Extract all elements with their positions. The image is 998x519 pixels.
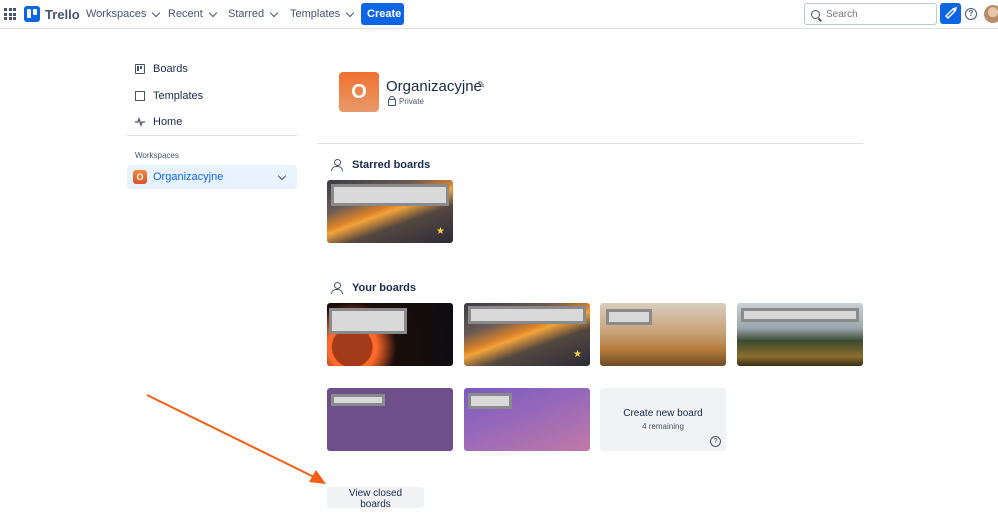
nav-workspaces[interactable]: Workspaces [86, 8, 161, 20]
trello-logo[interactable]: Trello [24, 6, 80, 22]
workspace-avatar: O [339, 72, 379, 112]
chevron-down-icon [269, 8, 279, 17]
starred-boards-heading: Starred boards [331, 159, 430, 171]
sidebar-workspace-item[interactable]: O Organizacyjne [127, 165, 297, 189]
notifications-button[interactable] [940, 3, 961, 24]
nav-label: Starred [228, 8, 265, 20]
create-button[interactable]: Create [361, 3, 404, 25]
sidebar-item-home[interactable]: Home [135, 116, 182, 128]
board-tile[interactable] [600, 303, 726, 366]
star-icon[interactable]: ★ [436, 226, 445, 237]
board-tile[interactable] [464, 388, 590, 451]
chevron-down-icon[interactable] [277, 171, 287, 181]
redacted-board-title [741, 308, 859, 322]
search-box[interactable] [804, 3, 937, 25]
template-icon [135, 91, 145, 101]
chevron-down-icon [345, 8, 355, 17]
board-tile[interactable] [737, 303, 863, 366]
help-icon[interactable]: ? [965, 8, 977, 20]
header-divider [317, 143, 863, 144]
nav-label: Templates [290, 8, 341, 20]
sidebar-item-label: Templates [153, 90, 204, 102]
workspace-title: Organizacyjne [386, 78, 482, 95]
trello-logo-icon [24, 6, 40, 22]
nav-label: Recent [168, 8, 203, 20]
board-tile[interactable] [327, 303, 453, 366]
workspace-name: Organizacyjne [153, 171, 224, 183]
section-title: Your boards [352, 282, 416, 294]
redacted-board-title [331, 394, 385, 406]
boards-remaining-label: 4 remaining [642, 422, 684, 431]
logo-text: Trello [45, 6, 80, 22]
sidebar-item-label: Boards [153, 63, 188, 75]
create-board-label: Create new board [623, 408, 703, 419]
megaphone-icon [944, 6, 958, 20]
person-icon [331, 282, 343, 294]
redacted-board-title [606, 309, 652, 325]
nav-starred[interactable]: Starred [228, 8, 279, 20]
board-tile[interactable]: ★ [327, 180, 453, 243]
nav-recent[interactable]: Recent [168, 8, 218, 20]
pulse-icon [135, 117, 145, 127]
sidebar-divider [127, 135, 297, 136]
board-icon [135, 64, 145, 74]
redacted-board-title [331, 184, 449, 206]
sidebar-item-label: Home [153, 116, 183, 128]
visibility-indicator: Private [388, 96, 424, 106]
visibility-label: Private [399, 96, 424, 106]
star-icon[interactable]: ★ [573, 349, 582, 360]
sidebar-item-templates[interactable]: Templates [135, 90, 203, 102]
chevron-down-icon [208, 8, 218, 17]
lock-icon [388, 96, 396, 106]
app-switcher-icon[interactable] [4, 8, 16, 20]
nav-label: Workspaces [86, 8, 147, 20]
redacted-board-title [468, 306, 586, 324]
workspace-logo: O [133, 170, 147, 184]
search-input[interactable] [824, 7, 928, 21]
board-tile[interactable]: ★ [464, 303, 590, 366]
view-closed-boards-button[interactable]: View closed boards [327, 487, 424, 510]
your-boards-heading: Your boards [331, 282, 416, 294]
top-navigation-bar: Trello Workspaces Recent Starred Templat… [0, 0, 998, 29]
section-title: Starred boards [352, 159, 431, 171]
workspaces-heading: Workspaces [135, 151, 179, 160]
redacted-board-title [329, 308, 407, 334]
nav-templates[interactable]: Templates [290, 8, 355, 20]
redacted-board-title [468, 393, 512, 409]
search-icon [811, 9, 820, 19]
create-new-board-tile[interactable]: Create new board 4 remaining ? [600, 388, 726, 451]
edit-pencil-icon[interactable]: ✎ [477, 80, 485, 91]
board-tile[interactable] [327, 388, 453, 451]
person-icon [331, 159, 343, 171]
chevron-down-icon [152, 8, 161, 17]
sidebar-item-boards[interactable]: Boards [135, 63, 188, 75]
avatar[interactable] [984, 5, 998, 23]
help-icon[interactable]: ? [710, 436, 721, 447]
